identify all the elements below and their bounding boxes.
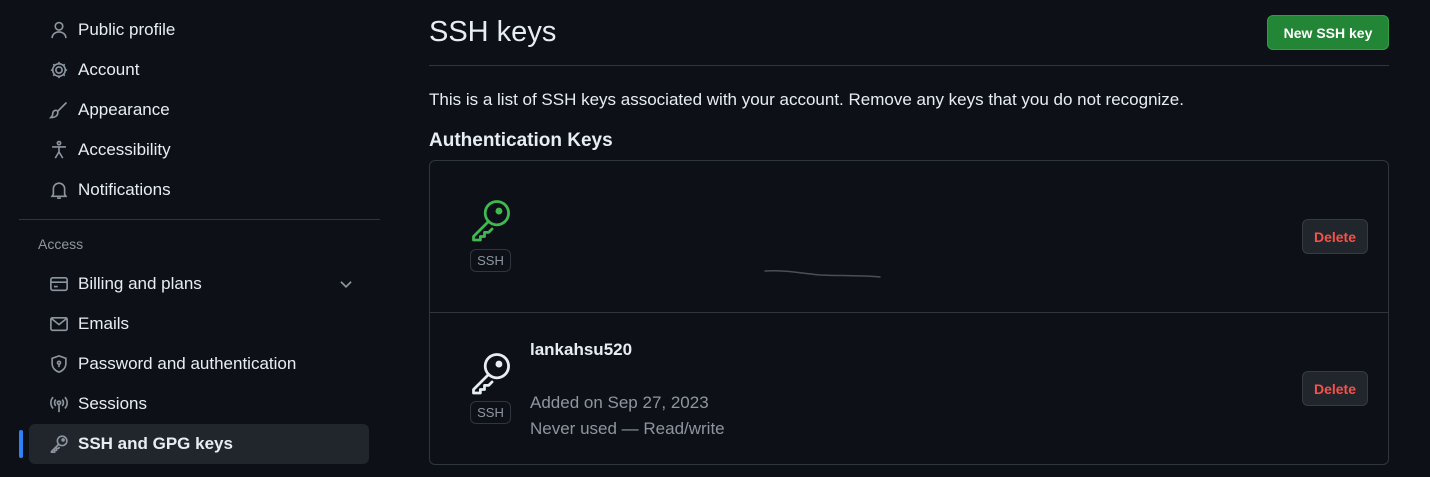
ssh-key-row: SSH Delete [430,161,1388,313]
paintbrush-icon [48,99,70,121]
shield-lock-icon [48,353,70,375]
sidebar-item-accessibility[interactable]: Accessibility [29,130,369,170]
key-icon [48,433,70,455]
ssh-key-row: SSH lankahsu520 Added on Sep 27, 2023 Ne… [430,313,1388,464]
delete-key-button[interactable]: Delete [1302,219,1368,254]
mail-icon [48,313,70,335]
sidebar-item-label: Appearance [78,100,170,119]
bell-icon [48,179,70,201]
ssh-key-added-date: Added on Sep 27, 2023 [530,393,709,412]
sidebar-item-label: Public profile [78,20,176,39]
sidebar-item-appearance[interactable]: Appearance [29,90,369,130]
broadcast-icon [48,393,70,415]
sidebar-item-label: Account [78,60,140,79]
gear-icon [48,59,70,81]
sidebar-item-label: Emails [78,314,130,333]
sidebar-item-password-auth[interactable]: Password and authentication [29,344,369,384]
key-icon [468,198,512,242]
person-icon [48,19,70,41]
sidebar-section-access: Access [38,236,84,252]
sidebar-item-account[interactable]: Account [29,50,369,90]
page-title: SSH keys [429,16,557,48]
sidebar-item-label: Password and authentication [78,354,297,373]
page-description: This is a list of SSH keys associated wi… [429,90,1184,109]
sidebar-item-notifications[interactable]: Notifications [29,170,369,210]
sidebar-divider [19,219,380,220]
main-content: SSH keys New SSH key This is a list of S… [429,0,1389,465]
page-header: SSH keys New SSH key [429,0,1389,66]
sidebar-item-label: SSH and GPG keys [78,434,233,453]
sidebar-item-label: Sessions [78,394,147,413]
key-icon [468,351,512,395]
sidebar-item-emails[interactable]: Emails [29,304,369,344]
settings-page: Public profile Account Appearance Access… [0,0,1430,477]
ssh-key-usage: Never used — Read/write [530,419,725,438]
accessibility-icon [48,139,70,161]
sidebar-item-ssh-gpg-keys[interactable]: SSH and GPG keys [19,424,369,464]
settings-sidebar: Public profile Account Appearance Access… [19,10,380,464]
ssh-key-title: lankahsu520 [530,340,633,359]
new-ssh-key-button[interactable]: New SSH key [1267,15,1389,50]
ssh-type-badge: SSH [470,249,511,272]
sidebar-item-label: Billing and plans [78,274,202,293]
ssh-keys-list: SSH Delete SSH lankahsu520 Added on Sep … [429,160,1389,465]
chevron-down-icon[interactable] [337,275,355,293]
sidebar-item-label: Accessibility [78,140,171,159]
sidebar-item-public-profile[interactable]: Public profile [29,10,369,50]
authentication-keys-heading: Authentication Keys [429,130,613,151]
sidebar-item-billing[interactable]: Billing and plans [29,264,369,304]
sidebar-item-sessions[interactable]: Sessions [29,384,369,424]
sidebar-item-label: Notifications [78,180,171,199]
redacted-scribble [764,270,881,278]
credit-card-icon [48,273,70,295]
ssh-type-badge: SSH [470,401,511,424]
delete-key-button[interactable]: Delete [1302,371,1368,406]
